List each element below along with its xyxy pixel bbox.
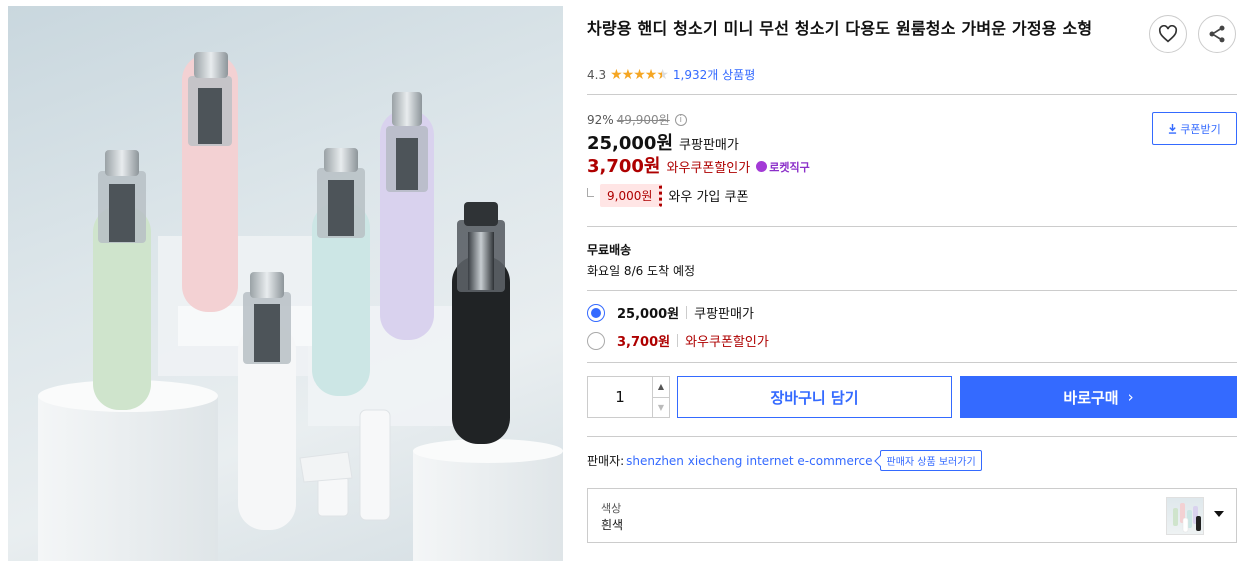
color-option-select[interactable]: 색상 흰색 [587,488,1237,543]
divider [587,436,1237,437]
product-title: 차량용 핸디 청소기 미니 무선 청소기 다용도 원룸청소 가벼운 가정용 소형 [587,19,1093,38]
seller-info: 판매자: shenzhen xiecheng internet e-commer… [587,450,982,471]
shipping-arrival: 화요일 8/6 도착 예정 [587,264,696,278]
quantity-decrease-button[interactable]: ▼ [653,396,669,418]
discount-rate: 92% [587,112,614,127]
option-thumbnail [1166,497,1204,535]
vacuum-green [93,150,151,410]
wow-price-label: 와우쿠폰할인가 [666,161,751,176]
price-option-label: 쿠팡판매가 [694,307,754,322]
heart-icon [1158,25,1178,43]
discount-info: 92% 49,900원 i [587,111,687,128]
vacuum-purple [380,92,434,340]
wow-coupon-chip[interactable]: 9,000원 [600,184,663,207]
star-half-icon: ★ [656,66,669,83]
option-thumbnail-image [1173,503,1201,533]
caret-down-icon [1214,511,1224,517]
coupon-download-label: 쿠폰받기 [1180,122,1221,136]
chevron-right-icon: › [1127,388,1134,406]
coupon-download-button[interactable]: 쿠폰받기 [1152,112,1237,145]
seller-label: 판매자: [587,454,625,468]
divider [686,306,688,319]
price-option-price: 3,700원 [617,335,671,350]
star-full-icon: ★ [621,66,635,83]
star-full-icon: ★ [610,66,623,83]
sale-price-label: 쿠팡판매가 [679,138,739,153]
add-to-cart-label: 장바구니 담기 [770,388,859,407]
star-full-icon: ★ [633,66,646,83]
seller-products-link[interactable]: 판매자 상품 보러가기 [879,450,982,471]
download-icon [1169,123,1177,134]
share-button[interactable] [1198,15,1236,53]
quantity-input[interactable] [588,377,652,417]
info-icon[interactable]: i [674,113,687,126]
rocket-direct-label: 로켓직구 [769,160,810,174]
buy-now-button[interactable]: 바로구매 › [960,376,1237,418]
price-option-price: 25,000원 [617,307,680,322]
vacuum-pink [182,52,238,312]
option-name: 색상 [601,502,622,515]
wow-coupon-label: 와우 가입 쿠폰 [668,190,749,205]
vacuum-attachments [299,409,391,521]
seller-name-link[interactable]: shenzhen xiecheng internet e-commerce [626,454,872,468]
quantity-increase-button[interactable]: ▲ [653,377,669,397]
quantity-stepper: ▲ ▼ [587,376,670,418]
divider [587,226,1237,227]
radio-unselected[interactable] [587,331,605,350]
wow-coupon-row: 9,000원 와우 가입 쿠폰 [587,184,748,207]
rating-stars: ★ ★ ★ ★ ★ [610,66,669,83]
buy-now-label: 바로구매 [1063,388,1119,407]
add-to-cart-button[interactable]: 장바구니 담기 [677,376,952,418]
star-full-icon: ★ [644,66,658,83]
share-icon [1209,25,1225,43]
radio-selected[interactable] [587,303,605,322]
vacuum-black [452,202,510,444]
option-value: 흰색 [601,518,624,532]
vacuum-white [238,272,296,530]
tree-elbow [587,188,594,197]
rating-score: 4.3 [587,67,607,82]
divider [587,290,1237,291]
wow-price: 3,700원 [587,156,661,177]
chevron-up-icon: ▲ [657,382,665,392]
divider [677,334,679,347]
rocket-direct-icon [756,161,768,172]
price-option-coupang[interactable]: 25,000원 쿠팡판매가 [587,303,754,322]
chevron-down-icon: ▼ [657,402,665,412]
product-info-panel: 차량용 핸디 청소기 미니 무선 청소기 다용도 원룸청소 가벼운 가정용 소형… [587,0,1237,565]
divider [587,362,1237,363]
product-photo [38,52,563,561]
shipping-type: 무료배송 [587,243,632,257]
original-price: 49,900원 [616,113,670,127]
vacuum-blue [312,148,370,396]
rocket-direct-badge: 로켓직구 [756,159,810,175]
review-count-link[interactable]: 1,932개 상품평 [673,66,755,83]
wow-price-row: 3,700원 와우쿠폰할인가 로켓직구 [587,152,810,178]
rating-summary: 4.3 ★ ★ ★ ★ ★ 1,932개 상품평 [587,66,755,83]
favorite-button[interactable] [1149,15,1187,53]
price-option-wow[interactable]: 3,700원 와우쿠폰할인가 [587,331,769,350]
product-main-image[interactable] [8,6,563,561]
divider [587,94,1237,95]
price-option-label: 와우쿠폰할인가 [685,335,769,350]
quantity-step-buttons: ▲ ▼ [652,377,669,417]
